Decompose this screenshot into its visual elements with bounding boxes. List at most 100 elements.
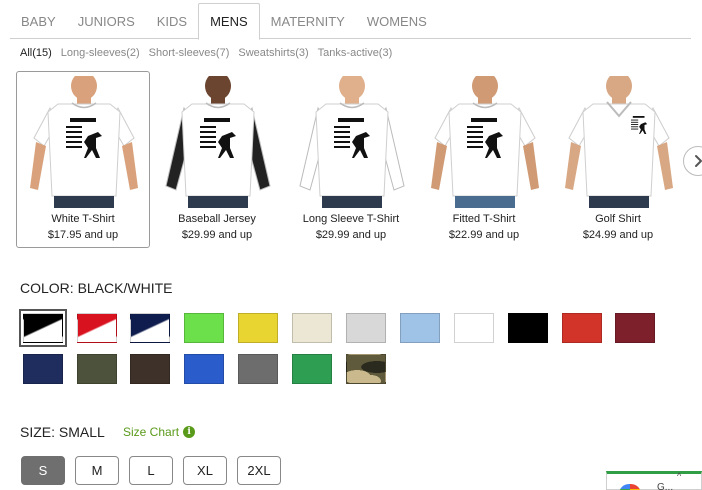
size-button-m[interactable]: M <box>75 456 119 485</box>
print-text-line <box>200 146 216 148</box>
model-neck <box>612 94 626 104</box>
swatch-ash-grey[interactable] <box>346 313 386 343</box>
product-card[interactable]: Long Sleeve T-Shirt $29.99 and up <box>284 71 418 248</box>
chevron-right-icon <box>695 155 702 167</box>
model-neck <box>478 94 492 104</box>
print-text-line <box>204 118 230 122</box>
print-text-line <box>334 141 350 143</box>
product-image <box>299 76 405 208</box>
swatch-lime[interactable] <box>184 313 224 343</box>
print-text-line <box>467 136 483 138</box>
product-card[interactable]: Fitted T-Shirt $22.99 and up <box>417 71 551 248</box>
swatch-light-blue[interactable] <box>400 313 440 343</box>
swatch-black-white[interactable] <box>19 309 67 347</box>
print-text-line <box>200 141 216 143</box>
print-text-line <box>631 121 639 123</box>
print-text-line <box>467 146 483 148</box>
shirt-body <box>315 103 389 197</box>
swatch-black[interactable] <box>508 313 548 343</box>
product-price: $22.99 and up <box>448 229 520 241</box>
print-text-line <box>631 128 639 130</box>
model-pants <box>455 196 515 208</box>
print-text-line <box>334 131 350 133</box>
size-button-xl[interactable]: XL <box>183 456 227 485</box>
product-card[interactable]: White T-Shirt $17.95 and up <box>16 71 150 248</box>
print-text-line <box>200 136 216 138</box>
print-text-line <box>66 136 82 138</box>
filter-tanks-active[interactable]: Tanks-active(3) <box>318 47 393 59</box>
right-arm <box>122 142 138 190</box>
swatch-red[interactable] <box>562 313 602 343</box>
size-heading: SIZE: SMALL <box>20 424 105 440</box>
category-tabs: BABY JUNIORS KIDS MENS MATERNITY WOMENS <box>10 3 691 40</box>
style-filters: All(15) Long-sleeves(2) Short-sleeves(7)… <box>20 47 392 59</box>
swatch-yellow[interactable] <box>238 313 278 343</box>
product-price: $24.99 and up <box>582 229 654 241</box>
print-text-line <box>631 124 639 125</box>
print-text-line <box>467 126 483 128</box>
print-text-line <box>631 119 639 121</box>
filter-sweatshirts[interactable]: Sweatshirts(3) <box>238 47 308 59</box>
print-text-line <box>66 146 82 148</box>
product-card[interactable]: Golf Shirt $24.99 and up <box>551 71 685 248</box>
print-text-line <box>632 116 645 118</box>
right-arm <box>523 142 539 190</box>
print-text-line <box>200 131 216 133</box>
swatch-navy-white[interactable] <box>130 313 170 343</box>
shirt-body <box>181 103 255 197</box>
tab-maternity[interactable]: MATERNITY <box>260 3 356 39</box>
swatch-maroon[interactable] <box>615 313 655 343</box>
filter-long-sleeves[interactable]: Long-sleeves(2) <box>61 47 140 59</box>
swatch-white[interactable] <box>454 313 494 343</box>
swatch-navy[interactable] <box>23 354 63 384</box>
swatch-brown[interactable] <box>130 354 170 384</box>
size-chart-link[interactable]: Size Chart i <box>123 425 196 439</box>
print-text-line <box>334 136 350 138</box>
shirt-body <box>448 103 522 197</box>
tab-baby[interactable]: BABY <box>10 3 67 39</box>
tab-juniors[interactable]: JUNIORS <box>67 3 146 39</box>
model-pants <box>589 196 649 208</box>
tab-kids[interactable]: KIDS <box>146 3 198 39</box>
product-price: $29.99 and up <box>315 229 387 241</box>
product-image <box>30 76 138 208</box>
color-heading: COLOR: BLACK/WHITE <box>20 280 173 296</box>
size-button-l[interactable]: L <box>129 456 173 485</box>
print-text-line <box>70 118 96 122</box>
product-carousel: White T-Shirt $17.95 and up Baseball Jer… <box>16 71 702 249</box>
left-arm <box>30 142 46 190</box>
product-name: White T-Shirt <box>51 213 115 225</box>
print-text-line <box>66 141 82 143</box>
filter-short-sleeves[interactable]: Short-sleeves(7) <box>149 47 230 59</box>
tab-mens[interactable]: MENS <box>198 3 260 40</box>
model-neck <box>345 94 359 104</box>
product-name: Baseball Jersey <box>178 213 256 225</box>
swatch-military-green[interactable] <box>77 354 117 384</box>
google-logo-icon <box>619 484 641 490</box>
swatch-royal-blue[interactable] <box>184 354 224 384</box>
print-text-line <box>200 126 216 128</box>
left-arm <box>431 142 447 190</box>
right-arm <box>657 142 673 190</box>
swatch-camo[interactable] <box>346 354 386 384</box>
product-card[interactable]: Baseball Jersey $29.99 and up <box>150 71 284 248</box>
model-neck <box>77 94 91 104</box>
filter-all[interactable]: All(15) <box>20 47 52 59</box>
corner-widget[interactable]: ^ G... <box>606 471 702 490</box>
product-price: $29.99 and up <box>181 229 253 241</box>
product-price: $17.95 and up <box>47 229 119 241</box>
model-pants <box>188 196 248 208</box>
size-button-2xl[interactable]: 2XL <box>237 456 281 485</box>
size-button-s[interactable]: S <box>21 456 65 485</box>
carousel-next-button[interactable] <box>683 146 702 176</box>
tab-womens[interactable]: WOMENS <box>356 3 438 39</box>
swatch-red-white[interactable] <box>77 313 117 343</box>
swatch-charcoal[interactable] <box>238 354 278 384</box>
swatch-kelly-green[interactable] <box>292 354 332 384</box>
size-chart-label: Size Chart <box>123 425 180 439</box>
product-image <box>565 76 673 208</box>
swatch-natural[interactable] <box>292 313 332 343</box>
model-pants <box>54 196 114 208</box>
left-arm <box>565 142 581 190</box>
print-text-line <box>66 131 82 133</box>
